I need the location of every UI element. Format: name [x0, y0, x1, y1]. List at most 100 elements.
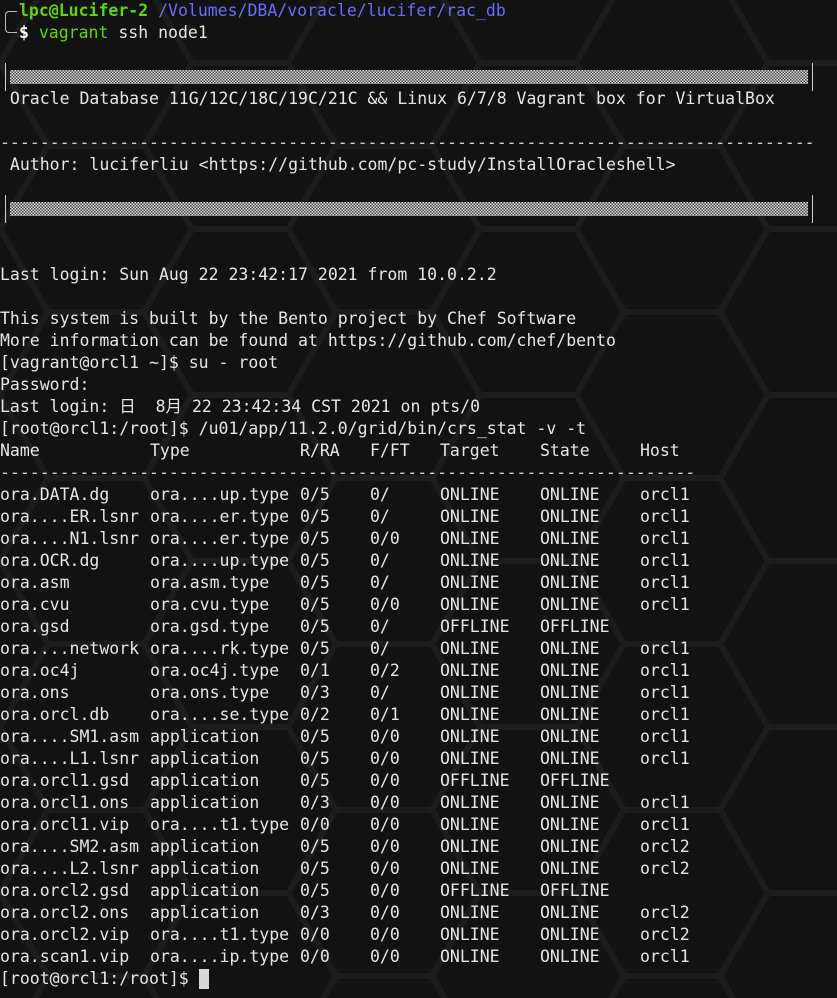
cell-type: application — [150, 793, 260, 812]
cell-f-ft: 0/ — [370, 551, 390, 570]
crs-table-row: ora....SM2.asm application 0/5 0/0 ONLINE ONL… — [0, 836, 837, 858]
cell-state: ONLINE — [540, 947, 600, 966]
cell-f-ft: 0/0 — [370, 859, 400, 878]
cell-name: ora.cvu — [0, 595, 70, 614]
cell-target: ONLINE — [440, 859, 500, 878]
cell-name: ora.gsd — [0, 617, 70, 636]
cell-state: ONLINE — [540, 485, 600, 504]
crs-table-row: ora....network ora....rk.type 0/5 0/ONLINE O… — [0, 638, 837, 660]
cell-r-ra: 0/5 — [300, 837, 330, 856]
cell-name: ora.asm — [0, 573, 70, 592]
cell-name: ora.oc4j — [0, 661, 80, 680]
cell-r-ra: 0/5 — [300, 639, 330, 658]
cell-r-ra: 0/0 — [300, 947, 330, 966]
final-prompt: [root@orcl1:/root]$ — [0, 969, 199, 988]
cell-r-ra: 0/2 — [300, 705, 330, 724]
cell-state: ONLINE — [540, 507, 600, 526]
cell-r-ra: 0/5 — [300, 881, 330, 900]
crs-table-row: ora.gsd ora.gsd.type 0/5 0/OFFLINE OFFLINE — [0, 616, 837, 638]
bento-line-1: This system is built by the Bento projec… — [0, 309, 577, 328]
cell-state: ONLINE — [540, 859, 600, 878]
cell-host: orcl1 — [640, 749, 690, 768]
cell-host: orcl1 — [640, 947, 690, 966]
cell-state: OFFLINE — [540, 771, 610, 790]
crs-table-row: ora....L2.lsnr application 0/5 0/0 ONLINE ONL… — [0, 858, 837, 880]
bento-line-2: More information can be found at https:/… — [0, 331, 616, 350]
cell-target: ONLINE — [440, 661, 500, 680]
cell-type: application — [150, 727, 260, 746]
final-prompt-line[interactable]: [root@orcl1:/root]$ — [0, 968, 837, 990]
cell-host — [640, 880, 720, 902]
cell-name: ora....N1.lsnr — [0, 529, 140, 548]
password-prompt: Password: — [0, 375, 90, 394]
cell-type: ora.oc4j.type — [150, 661, 280, 680]
cell-type: ora....up.type — [150, 485, 290, 504]
banner-title: Oracle Database 11G/12C/18C/19C/21C && L… — [0, 89, 775, 108]
cell-host: orcl1 — [640, 507, 690, 526]
cell-target: ONLINE — [440, 947, 500, 966]
banner-checker-fill — [10, 70, 808, 84]
cell-f-ft: 0/0 — [370, 815, 400, 834]
cell-type: application — [150, 837, 260, 856]
cell-state: ONLINE — [540, 639, 600, 658]
cell-host: orcl1 — [640, 551, 690, 570]
cell-type: ora....er.type — [150, 507, 290, 526]
cell-host: orcl1 — [640, 573, 690, 592]
cell-host: orcl2 — [640, 859, 690, 878]
cell-r-ra: 0/1 — [300, 661, 330, 680]
cell-target: ONLINE — [440, 529, 500, 548]
crs-table-row: ora.orcl.db ora....se.type 0/2 0/1 ONLINE ONL… — [0, 704, 837, 726]
cell-name: ora.OCR.dg — [0, 551, 100, 570]
cell-target: ONLINE — [440, 749, 500, 768]
terminal-window[interactable]: lpc@Lucifer-2 /Volumes/DBA/voracle/lucif… — [0, 0, 837, 998]
cell-name: ora.orcl2.ons — [0, 903, 130, 922]
cell-host: orcl1 — [640, 529, 690, 548]
su-command-line: [vagrant@orcl1 ~]$ su - root — [0, 353, 279, 372]
prompt-path: /Volumes/DBA/voracle/lucifer/rac_db — [158, 1, 506, 20]
banner-left-bar — [5, 195, 6, 223]
cell-f-ft: 0/2 — [370, 661, 400, 680]
cell-host: orcl2 — [640, 925, 690, 944]
cell-r-ra: 0/5 — [300, 529, 330, 548]
cell-r-ra: 0/5 — [300, 595, 330, 614]
cell-target: ONLINE — [440, 551, 500, 570]
cell-r-ra: 0/0 — [300, 925, 330, 944]
cell-type: application — [150, 749, 260, 768]
cell-type: ora.asm.type — [150, 573, 270, 592]
prompt-line: lpc@Lucifer-2 /Volumes/DBA/voracle/lucif… — [0, 0, 837, 23]
cell-f-ft: 0/0 — [370, 771, 400, 790]
cell-r-ra: 0/5 — [300, 771, 330, 790]
cell-name: ora....L1.lsnr — [0, 749, 140, 768]
cell-target: ONLINE — [440, 683, 500, 702]
cell-r-ra: 0/5 — [300, 485, 330, 504]
cell-state: ONLINE — [540, 529, 600, 548]
cell-name: ora.orcl2.gsd — [0, 881, 130, 900]
cell-type: application — [150, 859, 260, 878]
cell-type: ora....se.type — [150, 705, 290, 724]
cell-f-ft: 0/ — [370, 507, 390, 526]
cell-f-ft: 0/0 — [370, 595, 400, 614]
cell-r-ra: 0/3 — [300, 683, 330, 702]
cell-name: ora.orcl.db — [0, 705, 110, 724]
cell-name: ora.orcl1.vip — [0, 815, 130, 834]
cell-r-ra: 0/3 — [300, 903, 330, 922]
crs-table-row: ora....L1.lsnr application 0/5 0/0 ONLINE ONL… — [0, 748, 837, 770]
crs-table-row: ora.cvu ora.cvu.type 0/5 0/0 ONLINE ONLINE orc… — [0, 594, 837, 616]
crs-table-header: Name Type R/RA F/FT Target State Host — [0, 440, 837, 462]
cell-target: ONLINE — [440, 573, 500, 592]
crs-table-row: ora.ons ora.ons.type 0/3 0/ONLINE ONLINE orcl… — [0, 682, 837, 704]
text-cursor — [198, 969, 209, 989]
cell-type: application — [150, 903, 260, 922]
cell-target: ONLINE — [440, 507, 500, 526]
cell-target: OFFLINE — [440, 881, 510, 900]
cell-state: ONLINE — [540, 595, 600, 614]
cell-r-ra: 0/5 — [300, 507, 330, 526]
last-login-root-line: Last login: 日 8月 22 23:42:34 CST 2021 on… — [0, 397, 481, 416]
cell-type: ora....t1.type — [150, 925, 290, 944]
command-name: vagrant — [38, 23, 109, 42]
cell-target: ONLINE — [440, 639, 500, 658]
crs-table-row: ora.OCR.dg ora....up.type 0/5 0/ONLINE ONLIN… — [0, 550, 837, 572]
cell-f-ft: 0/0 — [370, 881, 400, 900]
